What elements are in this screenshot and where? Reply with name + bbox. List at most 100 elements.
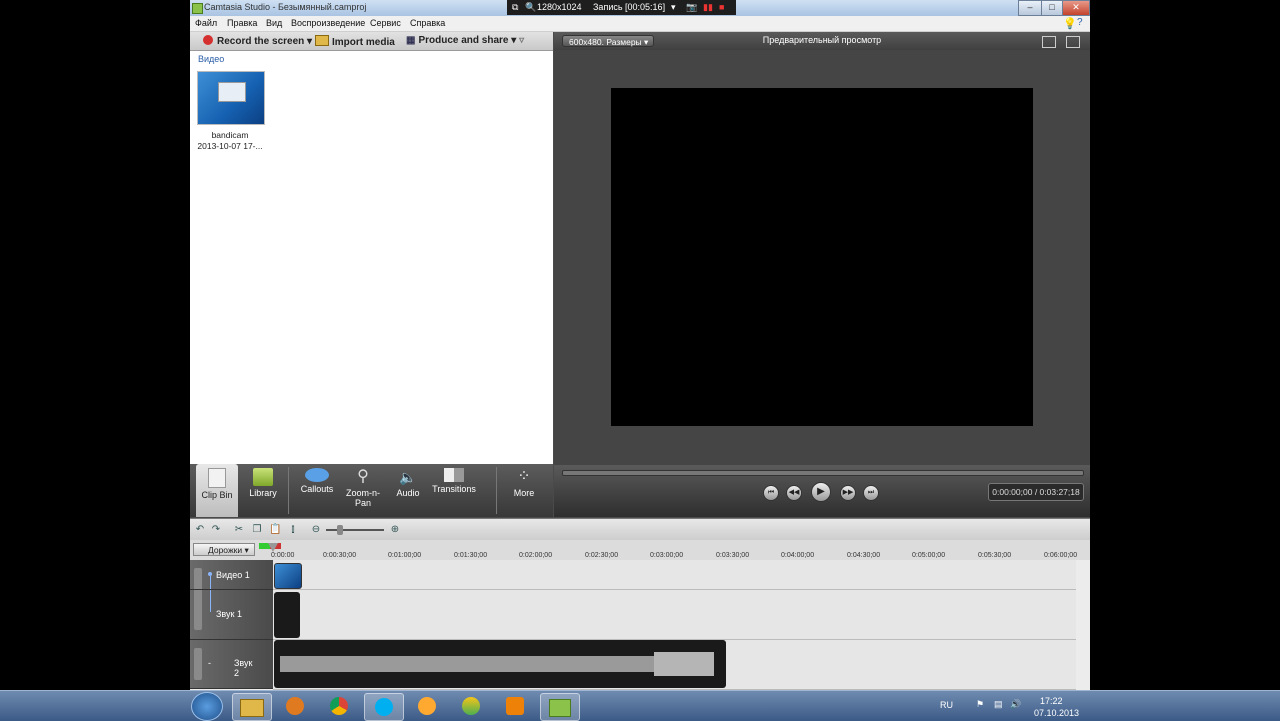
- cut-icon[interactable]: ✂: [233, 524, 245, 536]
- ruler-tick: 0:05:30;00: [978, 552, 1012, 559]
- tab-library[interactable]: Library: [240, 464, 286, 517]
- menu-tools[interactable]: Сервис: [370, 18, 401, 28]
- menu-help[interactable]: Справка: [410, 18, 445, 28]
- split-icon[interactable]: ⫾: [287, 524, 299, 536]
- language-indicator[interactable]: RU: [940, 700, 953, 710]
- track-lock-icon[interactable]: [194, 568, 202, 630]
- audio-waveform-clip[interactable]: [274, 640, 726, 688]
- preview-area: [554, 50, 1090, 465]
- menu-bar: Файл Правка Вид Воспроизведение Сервис С…: [190, 16, 1090, 32]
- network-icon[interactable]: ▤: [994, 699, 1003, 710]
- preview-canvas[interactable]: [611, 88, 1033, 426]
- taskbar-explorer[interactable]: [232, 693, 272, 721]
- taskbar-chrome[interactable]: [320, 693, 358, 719]
- tab-zoom-n-pan[interactable]: ⚲ Zoom-n-Pan: [342, 464, 384, 517]
- ruler-tick: 0:03:30;00: [716, 552, 750, 559]
- preview-scrubber[interactable]: [562, 470, 1084, 476]
- go-start-button[interactable]: ⏮: [763, 485, 779, 501]
- clip-thumbnail[interactable]: [197, 71, 265, 125]
- minimize-button[interactable]: –: [1018, 0, 1042, 16]
- play-button[interactable]: ▶: [811, 482, 831, 502]
- paste-icon[interactable]: 📋: [269, 524, 281, 536]
- camera-icon[interactable]: 📷: [686, 2, 697, 13]
- taskbar-camtasia[interactable]: [540, 693, 580, 721]
- taskbar-skype[interactable]: [364, 693, 404, 721]
- ruler-tick: 0:01:30;00: [454, 552, 488, 559]
- track-name-audio1: Звук 1: [216, 609, 242, 619]
- clock-time[interactable]: 17:22: [1040, 696, 1063, 706]
- menu-file[interactable]: Файл: [195, 18, 217, 28]
- chrome-icon: [330, 697, 348, 715]
- track-row-audio1[interactable]: [273, 590, 1076, 640]
- zoom-in-icon[interactable]: ⊕: [389, 524, 401, 536]
- track-lock-icon[interactable]: [194, 648, 202, 680]
- tab-audio[interactable]: 🔈 Audio: [390, 464, 426, 517]
- start-button[interactable]: [191, 692, 223, 721]
- tip-bulb-icon[interactable]: 💡: [1063, 17, 1077, 30]
- go-end-button[interactable]: ⏭: [863, 485, 879, 501]
- tab-callouts[interactable]: Callouts: [294, 464, 340, 517]
- more-icon: ⁘: [517, 468, 531, 485]
- stop-icon[interactable]: ■: [719, 2, 724, 12]
- transitions-icon: [444, 468, 464, 482]
- maximize-button[interactable]: □: [1041, 0, 1063, 16]
- ruler-tick: 0:04:00;00: [781, 552, 815, 559]
- detach-icon[interactable]: [1066, 36, 1080, 48]
- explorer-icon: [240, 699, 264, 717]
- recorder-overlay: ⧉ 🔍 1280x1024 Запись [00:05:16] ▾ 📷 ▮▮ ■: [507, 0, 736, 15]
- recorder-dropdown-icon[interactable]: ▾: [671, 2, 676, 13]
- menu-playback[interactable]: Воспроизведение: [291, 18, 365, 28]
- produce-share-button[interactable]: ▦ Produce and share ▾ ▿: [406, 35, 524, 46]
- skype-icon: [375, 698, 393, 716]
- zoom-slider-thumb[interactable]: [337, 525, 343, 535]
- tray-flag-icon[interactable]: ⚑: [976, 699, 984, 710]
- volume-icon[interactable]: 🔊: [1010, 699, 1021, 710]
- library-icon: [253, 468, 273, 486]
- zoom-out-icon[interactable]: ⊖: [310, 524, 322, 536]
- preview-toolbar: Предварительный просмотр 600x480. Размер…: [554, 32, 1090, 50]
- track-head-audio2[interactable]: - Звук 2: [190, 640, 273, 689]
- pause-icon[interactable]: ▮▮: [703, 2, 713, 13]
- fullscreen-icon[interactable]: [1042, 36, 1056, 48]
- copy-icon[interactable]: ❐: [251, 524, 263, 536]
- rewind-button[interactable]: ◀◀: [786, 485, 802, 501]
- track-group-head[interactable]: Видео 1 Звук 1: [190, 560, 273, 640]
- video-clip[interactable]: [274, 563, 302, 589]
- fast-forward-button[interactable]: ▶▶: [840, 485, 856, 501]
- thumbnail-window-preview: [218, 82, 246, 102]
- audio-clip[interactable]: [274, 592, 300, 638]
- import-media-button[interactable]: Import media: [315, 35, 395, 48]
- tab-clip-bin[interactable]: Clip Bin: [196, 464, 238, 517]
- close-button[interactable]: ✕: [1062, 0, 1090, 16]
- audio-icon: 🔈: [399, 469, 417, 485]
- ruler-tick: 0:04:30;00: [847, 552, 881, 559]
- zoom-slider[interactable]: [326, 529, 384, 531]
- timeline-ruler[interactable]: Дорожки ▾ 0:00:00 0:00:30;00 0:01:00;00 …: [190, 540, 1090, 561]
- window-title: Camtasia Studio - Безымянный.camproj: [204, 2, 367, 12]
- clip-bin-header: Видео: [198, 54, 225, 64]
- media-player-icon: [286, 697, 304, 715]
- undo-icon[interactable]: ↶: [194, 524, 206, 536]
- redo-icon[interactable]: ↷: [210, 524, 222, 536]
- tab-more[interactable]: ⁘ More: [502, 464, 546, 517]
- preview-size-dropdown[interactable]: 600x480. Размеры ▾: [562, 35, 654, 47]
- timeline-tracks: Видео 1 Звук 1 - Звук 2: [190, 560, 1090, 690]
- taskbar-app[interactable]: [452, 693, 490, 719]
- taskbar-mail-agent[interactable]: [408, 693, 446, 719]
- clock-date[interactable]: 07.10.2013: [1034, 708, 1079, 718]
- tab-transitions[interactable]: Transitions: [428, 464, 480, 517]
- tracks-button[interactable]: Дорожки ▾: [193, 543, 255, 556]
- help-icon[interactable]: ?: [1077, 17, 1083, 28]
- taskbar-media-player[interactable]: [276, 693, 314, 719]
- timeline-toolbar: ↶ ↷ ✂ ❐ 📋 ⫾ ⊖ ⊕: [190, 518, 1090, 541]
- track-row-video1[interactable]: [273, 560, 1076, 590]
- track-row-audio2[interactable]: [273, 640, 1076, 690]
- menu-view[interactable]: Вид: [266, 18, 282, 28]
- window-mode-icon[interactable]: ⧉: [512, 2, 518, 13]
- taskbar-odnoklassniki[interactable]: [496, 693, 534, 719]
- menu-edit[interactable]: Правка: [227, 18, 257, 28]
- search-icon[interactable]: 🔍: [525, 2, 536, 13]
- record-screen-button[interactable]: Record the screen ▾: [203, 35, 312, 47]
- track-divider: [190, 589, 273, 590]
- film-icon: ▦: [406, 35, 416, 46]
